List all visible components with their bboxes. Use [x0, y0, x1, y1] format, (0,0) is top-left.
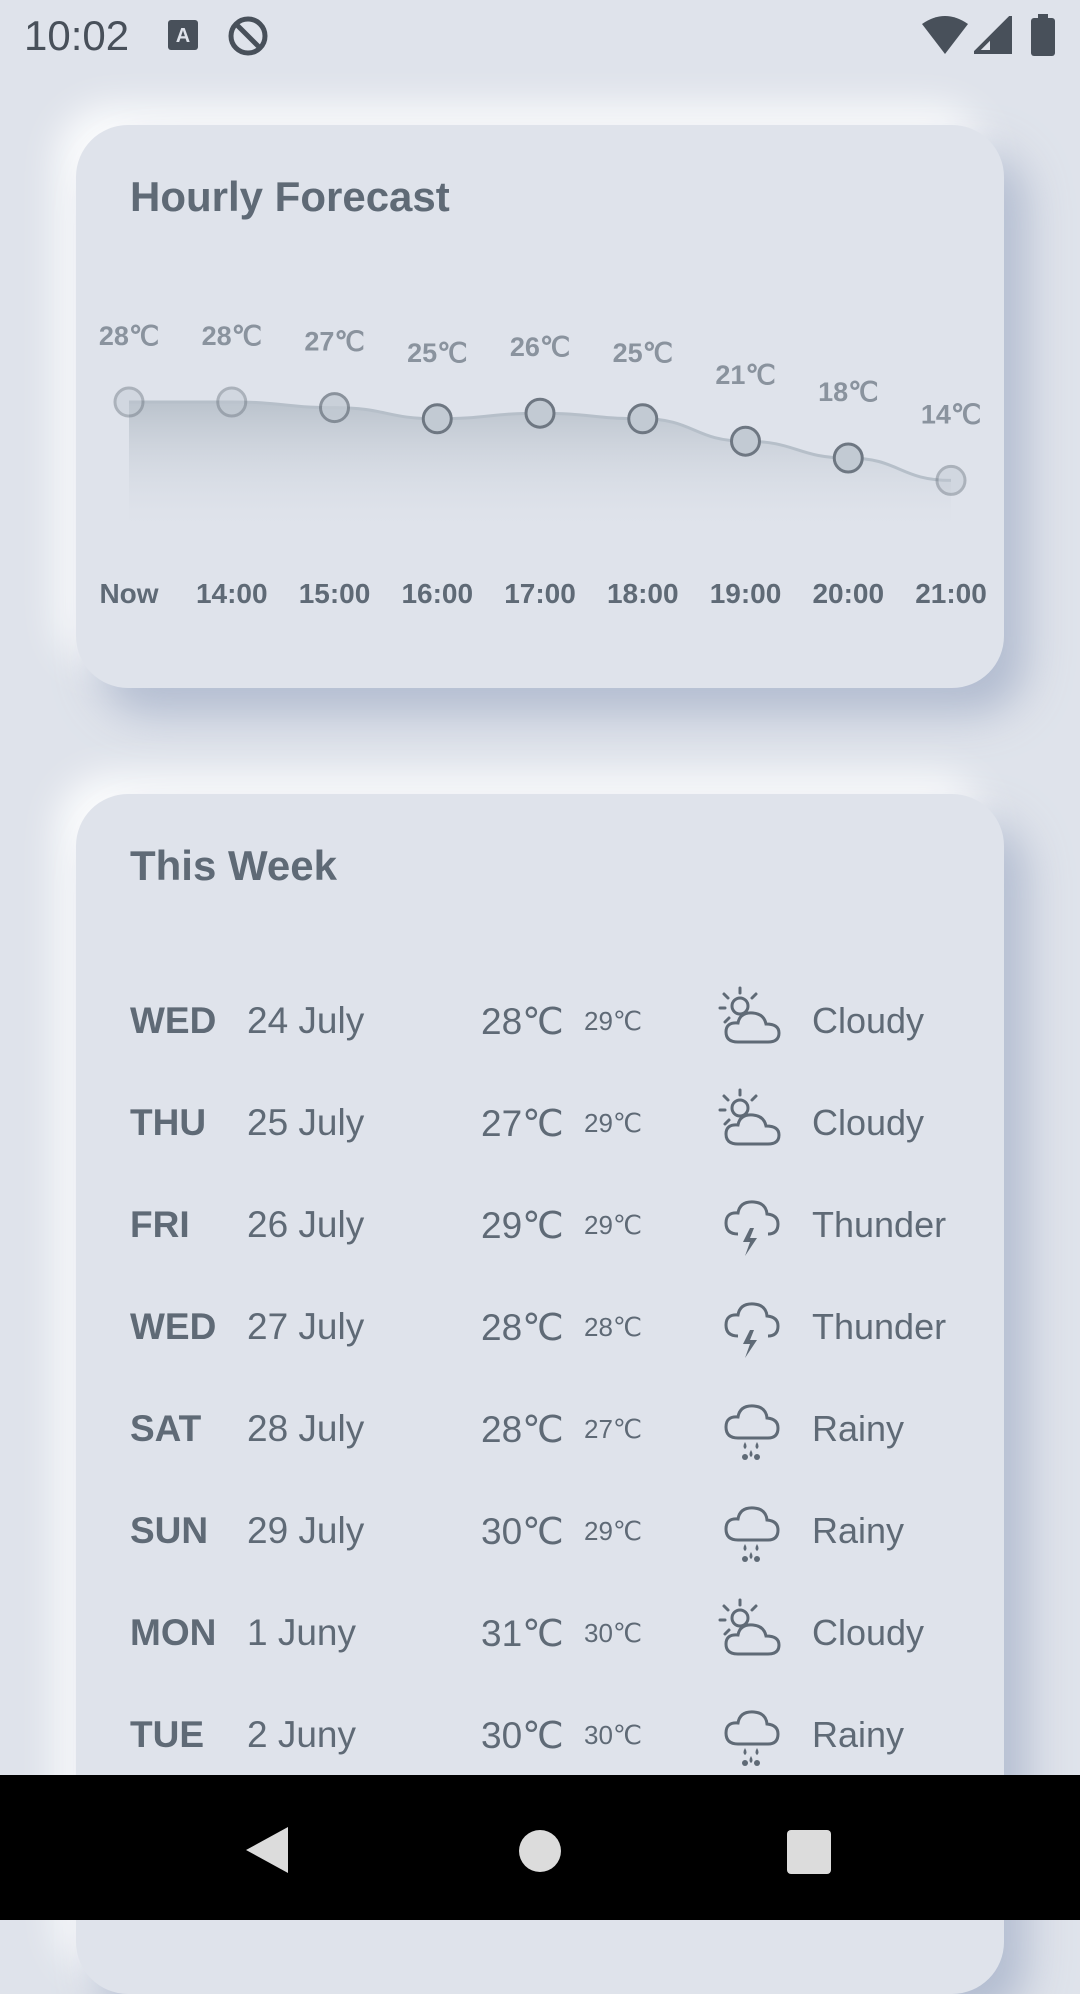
low-temp: 29℃ — [584, 1210, 643, 1240]
keyboard-a-icon: A — [168, 20, 198, 50]
hour-label: 19:00 — [710, 578, 782, 609]
condition-label: Rainy — [812, 1408, 905, 1449]
status-time: 10:02 — [24, 12, 130, 59]
date-label: 28 July — [247, 1408, 365, 1449]
temperature-point — [627, 403, 659, 435]
wifi-icon — [922, 16, 968, 54]
day-label: TUE — [130, 1714, 204, 1755]
thunder-icon — [724, 1200, 780, 1256]
temperature-point — [319, 392, 350, 424]
forecast-row: THU 25 July 27℃ 29℃ Cloudy — [76, 1076, 1004, 1178]
temperature-point — [730, 425, 761, 457]
battery-icon — [1031, 14, 1055, 56]
recents-button[interactable] — [786, 1829, 832, 1875]
condition-label: Cloudy — [812, 1000, 925, 1041]
condition-label: Thunder — [812, 1306, 947, 1347]
condition-label: Cloudy — [812, 1102, 925, 1143]
condition-label: Rainy — [812, 1714, 905, 1755]
hourly-forecast-card: Hourly Forecast 28℃ Now 28℃ 14:00 27℃ 15:00 25… — [76, 125, 1004, 688]
rainy-icon — [724, 1506, 780, 1562]
low-temp: 29℃ — [584, 1108, 643, 1138]
date-label: 25 July — [247, 1102, 365, 1143]
date-label: 2 Juny — [247, 1714, 357, 1755]
hour-label: 15:00 — [299, 578, 371, 609]
rainy-icon — [724, 1710, 780, 1766]
low-temp: 30℃ — [584, 1720, 643, 1750]
low-temp: 29℃ — [584, 1006, 643, 1036]
hour-label: 16:00 — [401, 578, 473, 609]
high-temp: 29℃ — [481, 1205, 564, 1246]
temperature-label: 18℃ — [818, 377, 878, 407]
cell-signal-icon — [974, 16, 1012, 54]
temperature-label: 28℃ — [202, 321, 262, 351]
temperature-point — [832, 442, 864, 474]
temperature-point — [113, 386, 145, 418]
cloudy-icon — [718, 1088, 781, 1146]
day-label: SAT — [130, 1408, 202, 1449]
high-temp: 28℃ — [481, 1307, 564, 1348]
forecast-row: WED 24 July 28℃ 29℃ Cloudy — [76, 974, 1004, 1076]
date-label: 29 July — [247, 1510, 365, 1551]
low-temp: 28℃ — [584, 1312, 643, 1342]
no-disturb-icon — [228, 16, 268, 56]
hourly-temperature-chart: 28℃ Now 28℃ 14:00 27℃ 15:00 25℃ 16:00 26℃ 17:00 25… — [99, 321, 987, 609]
cloudy-icon — [718, 986, 781, 1044]
temperature-label: 27℃ — [304, 327, 364, 357]
high-temp: 28℃ — [481, 1409, 564, 1450]
thunder-icon — [724, 1302, 780, 1358]
forecast-row: WED 27 July 28℃ 28℃ Thunder — [76, 1280, 1004, 1382]
temperature-point — [935, 464, 967, 496]
navigation-bar — [0, 1775, 1080, 1920]
day-label: WED — [130, 1306, 217, 1347]
svg-text:A: A — [176, 25, 190, 47]
hour-label: Now — [99, 578, 158, 609]
forecast-row: SUN 29 July 30℃ 29℃ Rainy — [76, 1484, 1004, 1586]
date-label: 26 July — [247, 1204, 365, 1245]
day-label: WED — [130, 1000, 217, 1041]
forecast-row: MON 1 Juny 31℃ 30℃ Cloudy — [76, 1586, 1004, 1688]
hour-label: 20:00 — [812, 578, 884, 609]
forecast-row: FRI 26 July 29℃ 29℃ Thunder — [76, 1178, 1004, 1280]
high-temp: 31℃ — [481, 1613, 564, 1654]
temperature-label: 28℃ — [99, 321, 159, 351]
temperature-point — [524, 397, 556, 429]
low-temp: 27℃ — [584, 1414, 643, 1444]
low-temp: 29℃ — [584, 1516, 643, 1546]
temperature-label: 14℃ — [921, 399, 981, 429]
temperature-label: 25℃ — [407, 338, 467, 368]
temperature-label: 25℃ — [613, 338, 673, 368]
back-button[interactable] — [244, 1825, 290, 1875]
day-label: FRI — [130, 1204, 190, 1245]
temperature-point — [421, 403, 453, 435]
condition-label: Rainy — [812, 1510, 905, 1551]
high-temp: 28℃ — [481, 1001, 564, 1042]
high-temp: 30℃ — [481, 1511, 564, 1552]
forecast-row: SAT 28 July 28℃ 27℃ Rainy — [76, 1382, 1004, 1484]
temperature-label: 21℃ — [715, 360, 775, 390]
day-label: THU — [130, 1102, 207, 1143]
condition-label: Thunder — [812, 1204, 947, 1245]
hour-label: 18:00 — [607, 578, 679, 609]
hour-label: 17:00 — [504, 578, 576, 609]
hour-label: 21:00 — [915, 578, 987, 609]
high-temp: 27℃ — [481, 1103, 564, 1144]
rainy-icon — [724, 1404, 780, 1460]
weekly-forecast-title: This Week — [130, 842, 337, 889]
temperature-point — [216, 386, 248, 418]
home-button[interactable] — [518, 1829, 562, 1873]
low-temp: 30℃ — [584, 1618, 643, 1648]
cloudy-icon — [718, 1598, 781, 1656]
date-label: 1 Juny — [247, 1612, 357, 1653]
high-temp: 30℃ — [481, 1715, 564, 1756]
date-label: 24 July — [247, 1000, 365, 1041]
date-label: 27 July — [247, 1306, 365, 1347]
hour-label: 14:00 — [196, 578, 268, 609]
day-label: SUN — [130, 1510, 209, 1551]
temperature-label: 26℃ — [510, 332, 570, 362]
day-label: MON — [130, 1612, 217, 1653]
status-bar: 10:02 A — [0, 0, 1080, 72]
condition-label: Cloudy — [812, 1612, 925, 1653]
